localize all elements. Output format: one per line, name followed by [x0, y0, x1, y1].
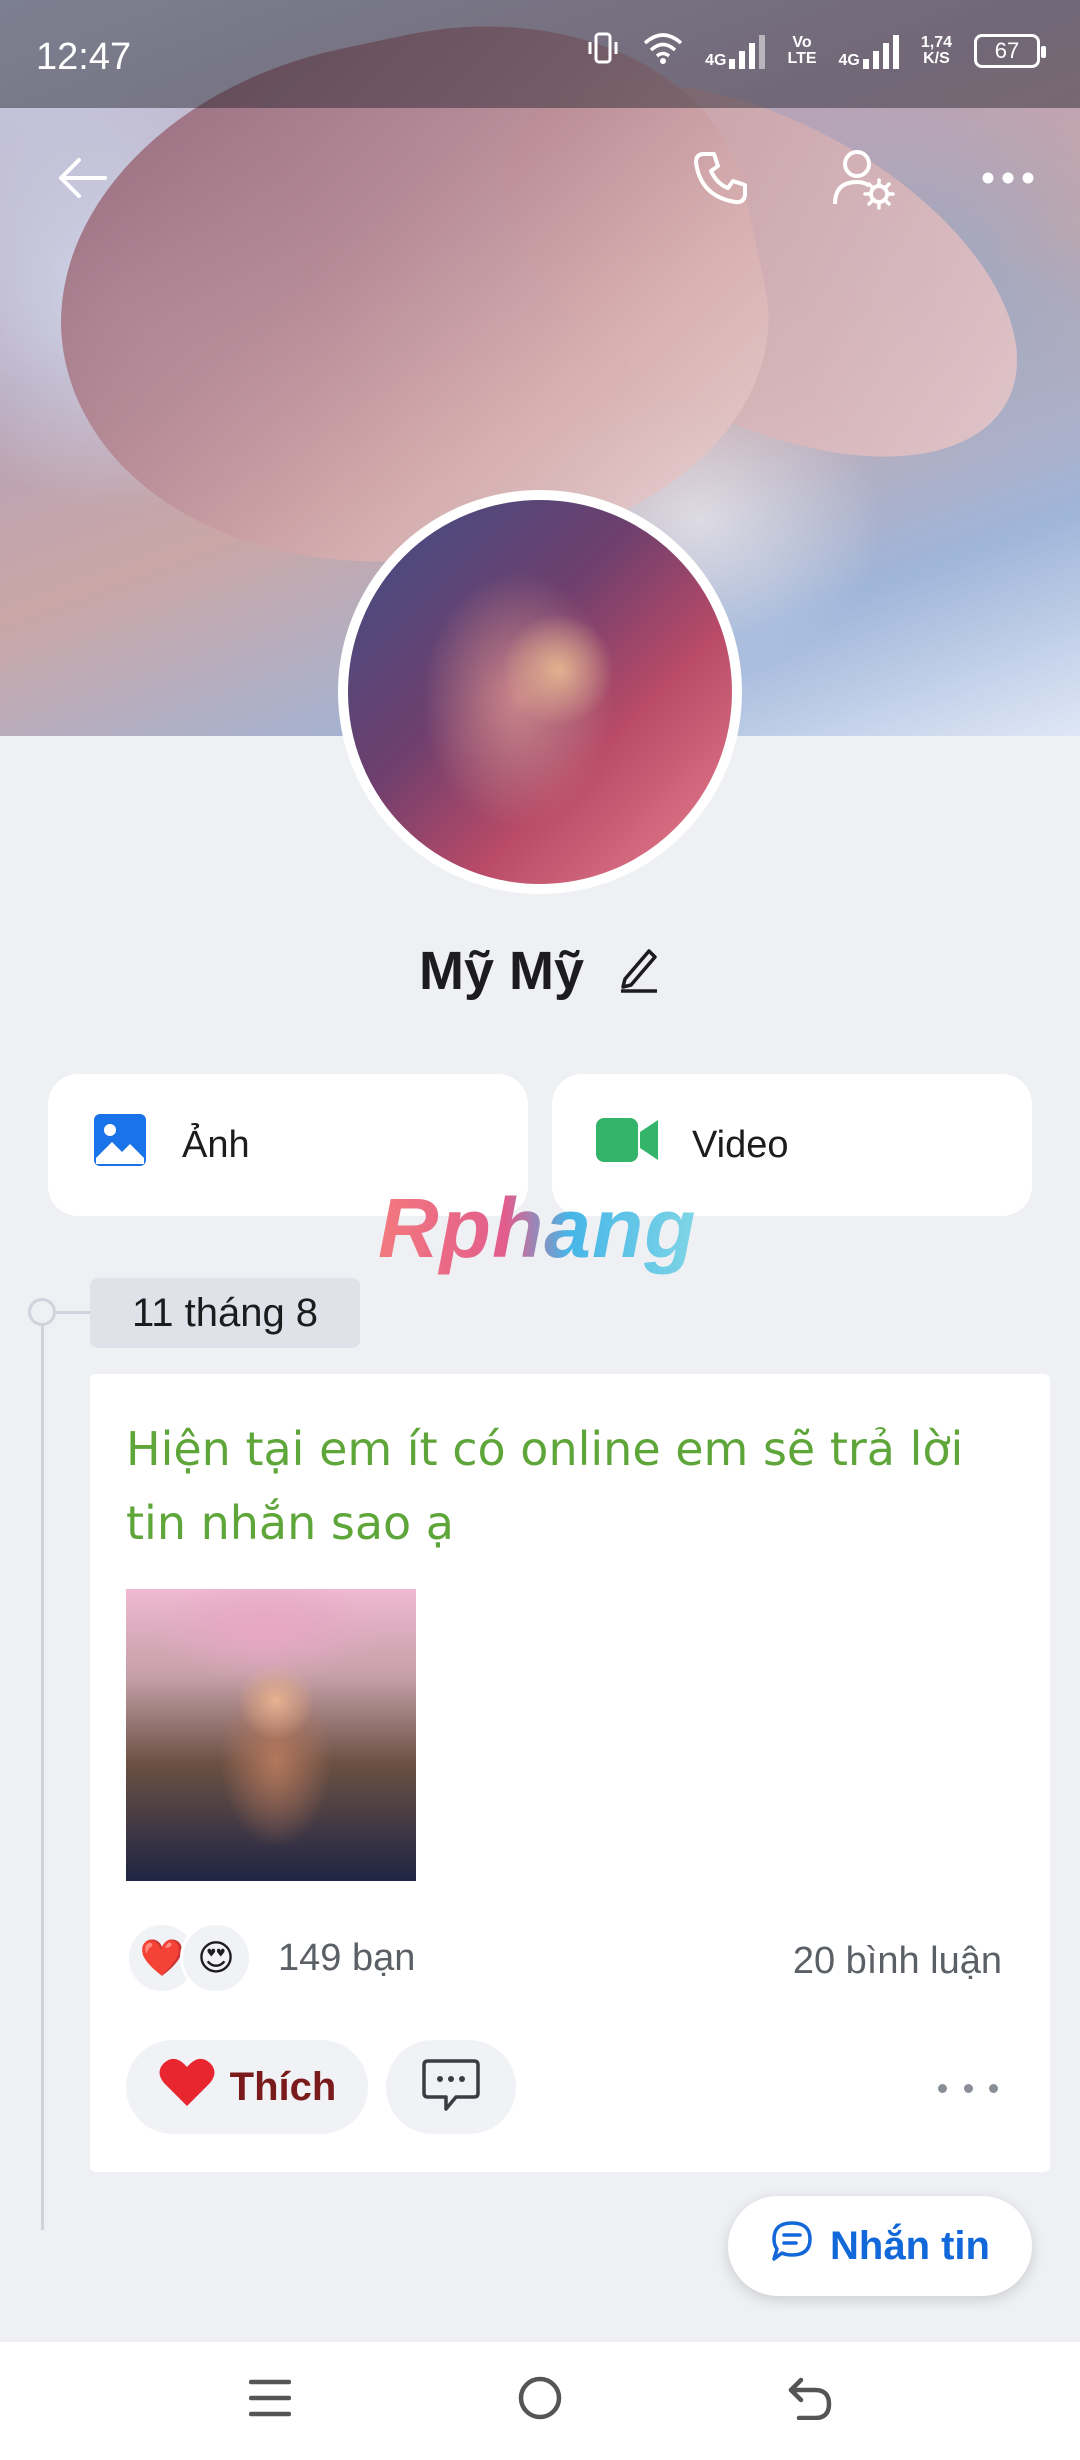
chat-icon: [770, 2219, 814, 2273]
timeline-dot: [28, 1298, 56, 1326]
status-bar: 12:47 4G Vo LTE 4G 1,74 K/S 67: [0, 0, 1080, 108]
heart-eyes-reaction-icon: 😍: [180, 1922, 252, 1994]
heart-icon: [158, 2056, 216, 2118]
reaction-summary[interactable]: ❤️ 😍 149 bạn: [126, 1922, 415, 1994]
network-speed: 1,74 K/S: [920, 33, 952, 67]
nav-menu-button[interactable]: [240, 2370, 300, 2430]
timeline-line: [41, 1312, 44, 2230]
menu-icon: [248, 2378, 292, 2423]
pencil-icon[interactable]: [617, 944, 661, 1006]
phone-icon: [690, 148, 750, 213]
comment-button[interactable]: [386, 2040, 516, 2134]
post-more-button[interactable]: [938, 2068, 998, 2108]
call-button[interactable]: [680, 140, 760, 220]
comment-count[interactable]: 20 bình luận: [793, 1940, 1002, 1983]
back-arrow-icon: [787, 2376, 833, 2425]
post-text: Hiện tại em ít có online em sẽ trả lời t…: [126, 1422, 964, 1550]
comment-bubble-icon: [420, 2057, 482, 2118]
back-button[interactable]: [42, 140, 122, 220]
network-type-2: 4G: [838, 51, 860, 69]
more-options-button[interactable]: [968, 140, 1048, 220]
volte-label: Vo LTE: [787, 33, 817, 67]
status-icons: 4G Vo LTE 4G 1,74 K/S 67: [585, 30, 1046, 71]
more-horizontal-icon: [982, 171, 1034, 190]
signal-2: 4G: [839, 33, 899, 69]
image-icon: [92, 1112, 148, 1178]
vibrate-icon: [585, 30, 621, 71]
photos-label: Ảnh: [182, 1123, 250, 1166]
battery-level: 67: [994, 37, 1020, 63]
videos-label: Video: [692, 1123, 789, 1166]
avatar[interactable]: [338, 490, 742, 894]
like-label: Thích: [229, 2064, 337, 2109]
status-time: 12:47: [36, 36, 132, 78]
like-button[interactable]: Thích: [126, 2040, 368, 2134]
network-type-1: 4G: [705, 51, 727, 69]
reaction-count: 149 bạn: [278, 1936, 416, 1979]
signal-bars-icon: [729, 33, 766, 69]
user-settings-icon: [831, 146, 897, 215]
timeline-connector: [56, 1311, 92, 1314]
nav-back-button[interactable]: [780, 2370, 840, 2430]
post-photo[interactable]: [126, 1589, 416, 1881]
send-message-label: Nhắn tin: [830, 2223, 990, 2268]
more-dot: [989, 2083, 998, 2093]
send-message-button[interactable]: Nhắn tin: [728, 2196, 1032, 2296]
nav-home-button[interactable]: [510, 2370, 570, 2430]
signal-1: 4G: [705, 33, 766, 69]
system-nav-bar: [0, 2342, 1080, 2460]
arrow-left-icon: [55, 156, 109, 205]
wifi-icon: [643, 31, 683, 70]
more-dot: [938, 2083, 947, 2093]
profile-settings-button[interactable]: [824, 140, 904, 220]
battery-icon: 67: [974, 33, 1046, 68]
profile-name: Mỹ Mỹ: [418, 941, 585, 1001]
home-circle-icon: [517, 2375, 563, 2426]
timeline-date: 11 tháng 8: [90, 1278, 360, 1348]
watermark-logo: Rphang: [378, 1181, 697, 1275]
profile-name-row: Mỹ Mỹ: [0, 940, 1080, 1006]
video-camera-icon: [596, 1116, 658, 1174]
post-card[interactable]: Hiện tại em ít có online em sẽ trả lời t…: [90, 1374, 1050, 2172]
more-dot: [963, 2083, 973, 2093]
signal-bars-icon: [862, 33, 899, 69]
